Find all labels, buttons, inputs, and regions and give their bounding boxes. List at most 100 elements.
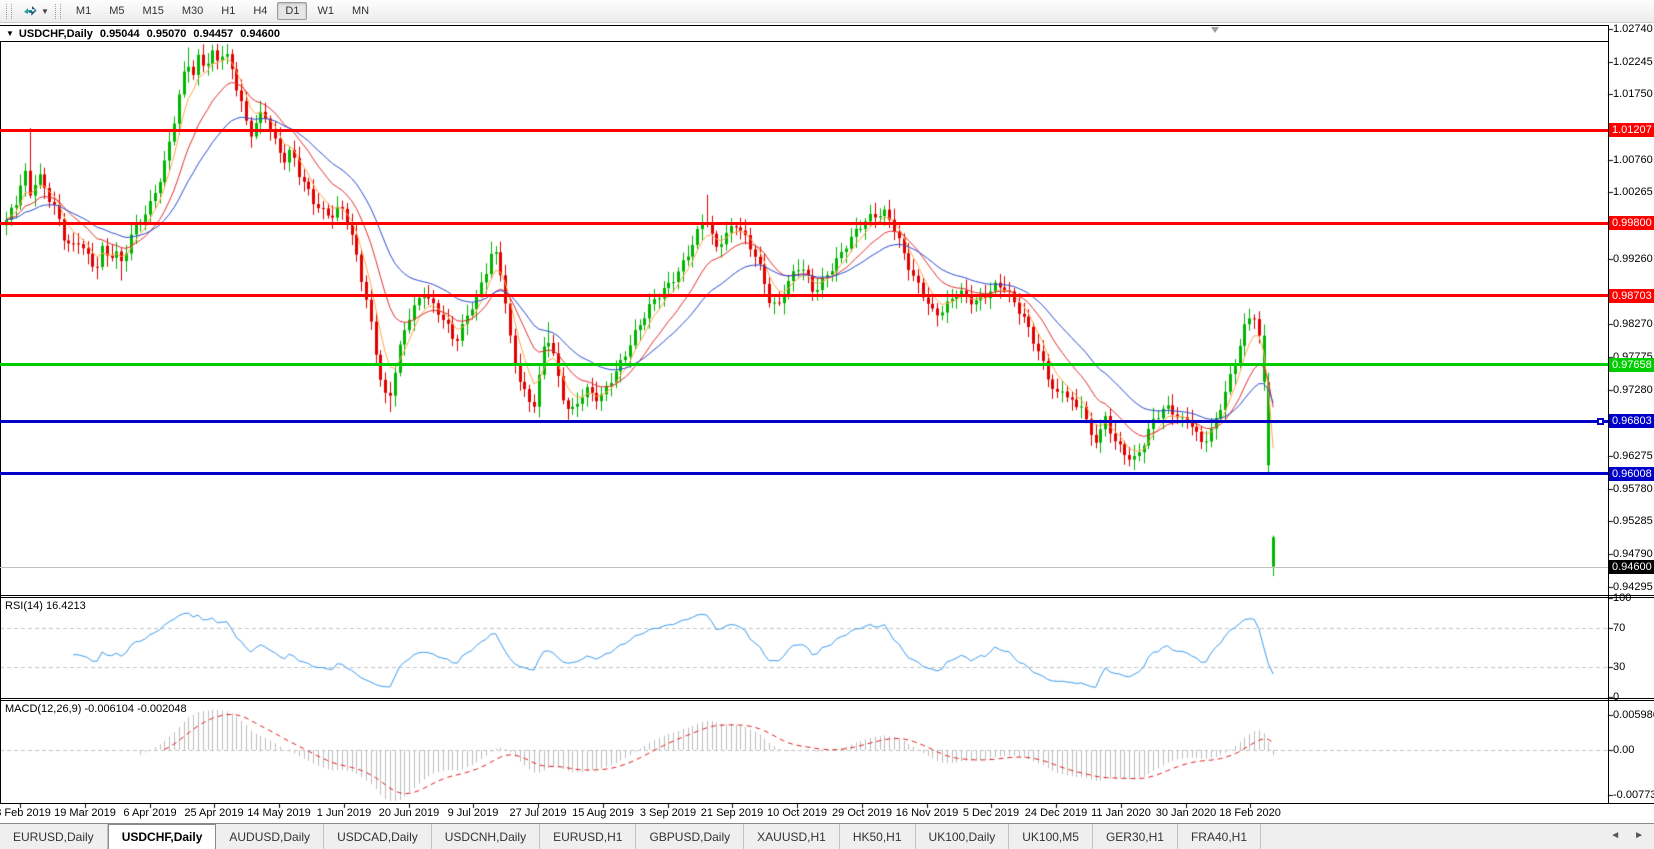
- date-axis-label: 25 Apr 2019: [184, 807, 243, 819]
- horizontal-line-0.99800[interactable]: [0, 222, 1608, 225]
- macd-signal-value: -0.002048: [137, 703, 187, 715]
- macd-label: MACD(12,26,9) -0.006104 -0.002048: [5, 703, 187, 715]
- macd-axis-tick: 0.00: [1613, 744, 1634, 757]
- timeframe-button-m15[interactable]: M15: [134, 2, 171, 20]
- pane-separator[interactable]: [0, 595, 1654, 596]
- current-price-line: [0, 567, 1608, 568]
- rsi-axis-tick: 0: [1613, 691, 1619, 704]
- chart-left-border: [0, 25, 1, 803]
- timeframe-button-m30[interactable]: M30: [174, 2, 211, 20]
- date-axis-label: 9 Jul 2019: [448, 807, 499, 819]
- rsi-axis-tick: 70: [1613, 622, 1625, 635]
- price-axis-tick: 0.95285: [1613, 515, 1653, 528]
- caret-down-icon: ▼: [41, 7, 49, 16]
- chart-canvas[interactable]: [0, 0, 1654, 849]
- timeframe-button-h4[interactable]: H4: [245, 2, 275, 20]
- date-axis-label: 27 Jul 2019: [510, 807, 567, 819]
- chart-type-button[interactable]: ▼: [18, 2, 53, 20]
- toolbar-grip[interactable]: [6, 4, 12, 19]
- ohlc-high: 0.95070: [147, 28, 187, 40]
- price-axis-tick: 0.98270: [1613, 318, 1653, 331]
- price-axis-tick: 1.02245: [1613, 56, 1653, 69]
- date-axis-label: 29 Oct 2019: [832, 807, 892, 819]
- price-line-badge: 0.96008: [1609, 467, 1654, 481]
- macd-main-value: -0.006104: [84, 703, 134, 715]
- tab-scroll-left-icon[interactable]: ◄: [1610, 830, 1620, 841]
- chart-tab-xauusd-h1[interactable]: XAUUSD,H1: [744, 824, 840, 849]
- date-axis-label: 16 Nov 2019: [896, 807, 958, 819]
- chart-tab-bar: EURUSD,DailyUSDCHF,DailyAUDUSD,DailyUSDC…: [0, 823, 1654, 849]
- rsi-label: RSI(14) 16.4213: [5, 600, 86, 612]
- price-axis-tick: 0.97280: [1613, 384, 1653, 397]
- horizontal-line-1.01207[interactable]: [0, 129, 1608, 132]
- toolbar-separator: [55, 4, 61, 19]
- timeframe-button-m1[interactable]: M1: [68, 2, 99, 20]
- date-axis-label: 3 Sep 2019: [640, 807, 696, 819]
- timeframe-button-h1[interactable]: H1: [213, 2, 243, 20]
- date-axis-label: 15 Aug 2019: [572, 807, 634, 819]
- date-axis-label: 6 Apr 2019: [123, 807, 176, 819]
- price-axis-tick: 1.00760: [1613, 154, 1653, 167]
- macd-axis-tick: -0.007737: [1613, 789, 1654, 802]
- trading-terminal: { "toolbar": { "chart_mode_icon": "chart…: [0, 0, 1654, 849]
- chart-tab-fra40-h1[interactable]: FRA40,H1: [1178, 824, 1261, 849]
- date-axis-label: 18 Feb 2020: [1219, 807, 1281, 819]
- date-axis-label: 19 Mar 2019: [54, 807, 116, 819]
- chart-tab-uk100-m5[interactable]: UK100,M5: [1009, 824, 1093, 849]
- chart-bottom-border: [0, 803, 1654, 804]
- date-axis-label: 24 Dec 2019: [1025, 807, 1087, 819]
- date-axis-label: 5 Dec 2019: [963, 807, 1019, 819]
- chart-tab-uk100-daily[interactable]: UK100,Daily: [916, 824, 1010, 849]
- horizontal-line-0.97658[interactable]: [0, 363, 1608, 366]
- tab-scroll-controls: ◄ ►: [1610, 830, 1644, 841]
- price-axis-tick: 1.00265: [1613, 186, 1653, 199]
- chart-tab-audusd-daily[interactable]: AUDUSD,Daily: [216, 824, 324, 849]
- pane-separator[interactable]: [0, 700, 1654, 701]
- price-line-badge: 0.96803: [1609, 414, 1654, 428]
- price-line-badge: 0.99800: [1609, 216, 1654, 230]
- timeframe-button-m5[interactable]: M5: [101, 2, 132, 20]
- macd-axis-tick: 0.005986: [1613, 709, 1654, 722]
- chart-tab-usdchf-daily[interactable]: USDCHF,Daily: [108, 824, 217, 849]
- chart-tab-gbpusd-daily[interactable]: GBPUSD,Daily: [636, 824, 744, 849]
- horizontal-line-0.96008[interactable]: [0, 472, 1608, 475]
- date-axis-label: 1 Jun 2019: [317, 807, 371, 819]
- line-handle[interactable]: [1597, 418, 1604, 425]
- timeframe-button-d1[interactable]: D1: [277, 2, 307, 20]
- horizontal-line-0.98703[interactable]: [0, 294, 1608, 297]
- pane-separator[interactable]: [0, 597, 1654, 598]
- chart-tab-eurusd-h1[interactable]: EURUSD,H1: [540, 824, 636, 849]
- date-axis-label: 10 Oct 2019: [767, 807, 827, 819]
- ohlc-low: 0.94457: [193, 28, 233, 40]
- chart-tab-hk50-h1[interactable]: HK50,H1: [840, 824, 916, 849]
- rsi-axis-tick: 30: [1613, 661, 1625, 674]
- chart-tab-usdcnh-daily[interactable]: USDCNH,Daily: [432, 824, 540, 849]
- rsi-value: 16.4213: [46, 600, 86, 612]
- price-line-badge: 0.98703: [1609, 289, 1654, 303]
- rsi-name: RSI(14): [5, 600, 43, 612]
- timeframe-button-w1[interactable]: W1: [309, 2, 342, 20]
- price-axis-tick: 1.01750: [1613, 88, 1653, 101]
- collapse-chart-icon[interactable]: ▼: [6, 29, 14, 38]
- chart-shift-icon: [22, 4, 38, 18]
- timeframe-button-group: M1M5M15M30H1H4D1W1MN: [67, 2, 378, 20]
- timeframe-button-mn[interactable]: MN: [344, 2, 377, 20]
- top-toolbar: ▼ M1M5M15M30H1H4D1W1MN: [0, 0, 1654, 23]
- chart-shift-marker[interactable]: [1211, 27, 1219, 33]
- price-axis-tick: 0.95780: [1613, 483, 1653, 496]
- tab-scroll-right-icon[interactable]: ►: [1634, 830, 1644, 841]
- current-price-badge: 0.94600: [1609, 560, 1654, 574]
- ohlc-open: 0.95044: [100, 28, 140, 40]
- horizontal-line-0.96803[interactable]: [0, 420, 1608, 423]
- date-axis-label: 20 Jun 2019: [379, 807, 440, 819]
- macd-name: MACD(12,26,9): [5, 703, 81, 715]
- chart-tab-ger30-h1[interactable]: GER30,H1: [1093, 824, 1178, 849]
- chart-title: USDCHF,Daily: [19, 28, 93, 40]
- chart-tab-usdcad-daily[interactable]: USDCAD,Daily: [324, 824, 432, 849]
- price-line-badge: 0.97658: [1609, 358, 1654, 372]
- date-axis-label: 11 Jan 2020: [1091, 807, 1151, 819]
- pane-separator[interactable]: [0, 698, 1654, 699]
- chart-tab-eurusd-daily[interactable]: EURUSD,Daily: [0, 824, 108, 849]
- rsi-axis-tick: 100: [1613, 592, 1631, 605]
- ohlc-close: 0.94600: [240, 28, 280, 40]
